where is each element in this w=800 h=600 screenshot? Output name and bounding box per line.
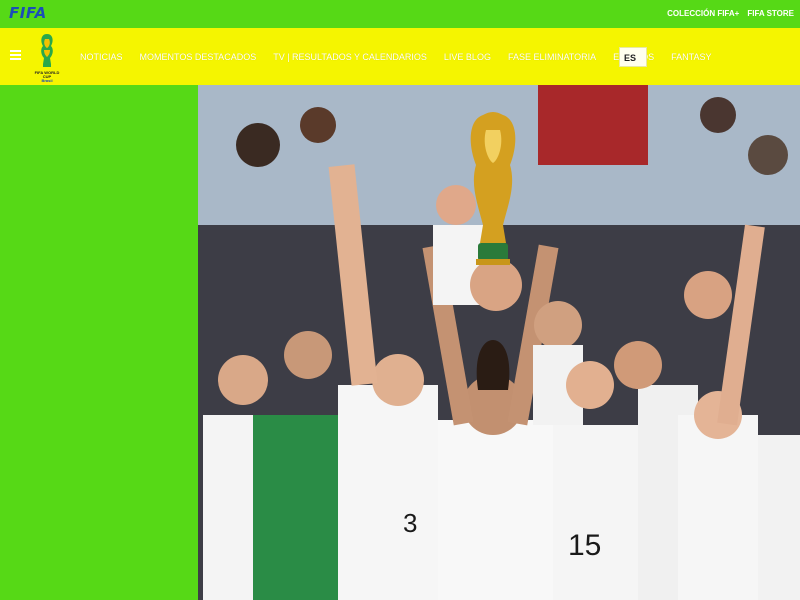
nav-item-fase-eliminatoria[interactable]: FASE ELIMINATORIA: [508, 52, 596, 62]
nav-item-momentos-destacados[interactable]: MOMENTOS DESTACADOS: [140, 52, 257, 62]
menu-icon[interactable]: [10, 50, 21, 61]
logo-line-2: Brasil: [41, 78, 53, 83]
nav-item-noticias[interactable]: NOTICIAS: [80, 52, 123, 62]
language-selector[interactable]: ES: [619, 47, 647, 67]
main-navbar: FIFA WORLD CUP Brasil NOTICIAS MOMENTOS …: [0, 28, 800, 86]
top-bar: FIFA COLECCIÓN FIFA+ FIFA STORE: [0, 0, 800, 28]
nav-item-fantasy[interactable]: FANTASY: [671, 52, 711, 62]
fifa-store-link[interactable]: FIFA STORE: [747, 9, 794, 18]
left-panel: [0, 85, 198, 600]
world-cup-logo-text: FIFA WORLD CUP Brasil: [32, 71, 62, 83]
nav-item-tv-resultados[interactable]: TV | RESULTADOS Y CALENDARIOS: [273, 52, 427, 62]
nav-item-live-blog[interactable]: LIVE BLOG: [444, 52, 491, 62]
fifa-logo[interactable]: FIFA: [9, 4, 47, 22]
hero-image: 3 15: [198, 85, 800, 600]
coleccion-fifa-link[interactable]: COLECCIÓN FIFA+: [667, 9, 739, 18]
top-links: COLECCIÓN FIFA+ FIFA STORE: [667, 9, 794, 18]
hero-illustration: 3 15: [198, 85, 800, 600]
world-cup-logo-icon[interactable]: FIFA WORLD CUP Brasil: [32, 31, 62, 83]
jersey-number-3: 3: [403, 508, 417, 538]
jersey-number-15: 15: [568, 529, 601, 562]
